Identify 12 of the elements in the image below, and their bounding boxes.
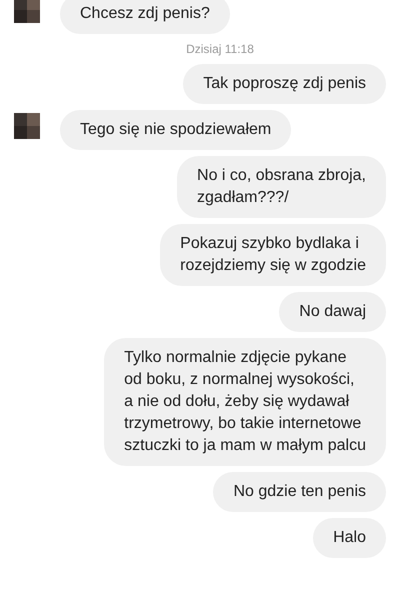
avatar-icon <box>14 112 40 138</box>
message-bubble: No i co, obsrana zbroja, zgadłam???/ <box>177 156 386 218</box>
timestamp: Dzisiaj 11:18 <box>186 42 254 56</box>
message-bubble: No dawaj <box>279 292 386 332</box>
message-bubble: Halo <box>313 518 386 558</box>
message-bubble: Tak poproszę zdj penis <box>183 64 386 104</box>
message-bubble: Pokazuj szybko bydlaka i rozejdziemy się w zgodzie <box>160 224 386 286</box>
message-bubble: Tylko normalnie zdjęcie pykane od boku, z normalnej wysokości, a nie od dołu, żeby się wydawał trzymetrowy, bo takie internetowe sztuczki to ja mam w małym palcu <box>104 338 386 466</box>
message-bubble: Chcesz zdj penis? <box>60 0 230 34</box>
avatar-icon <box>14 0 40 22</box>
message-bubble: No gdzie ten penis <box>213 472 386 512</box>
message-bubble: Tego się nie spodziewałem <box>60 110 292 150</box>
